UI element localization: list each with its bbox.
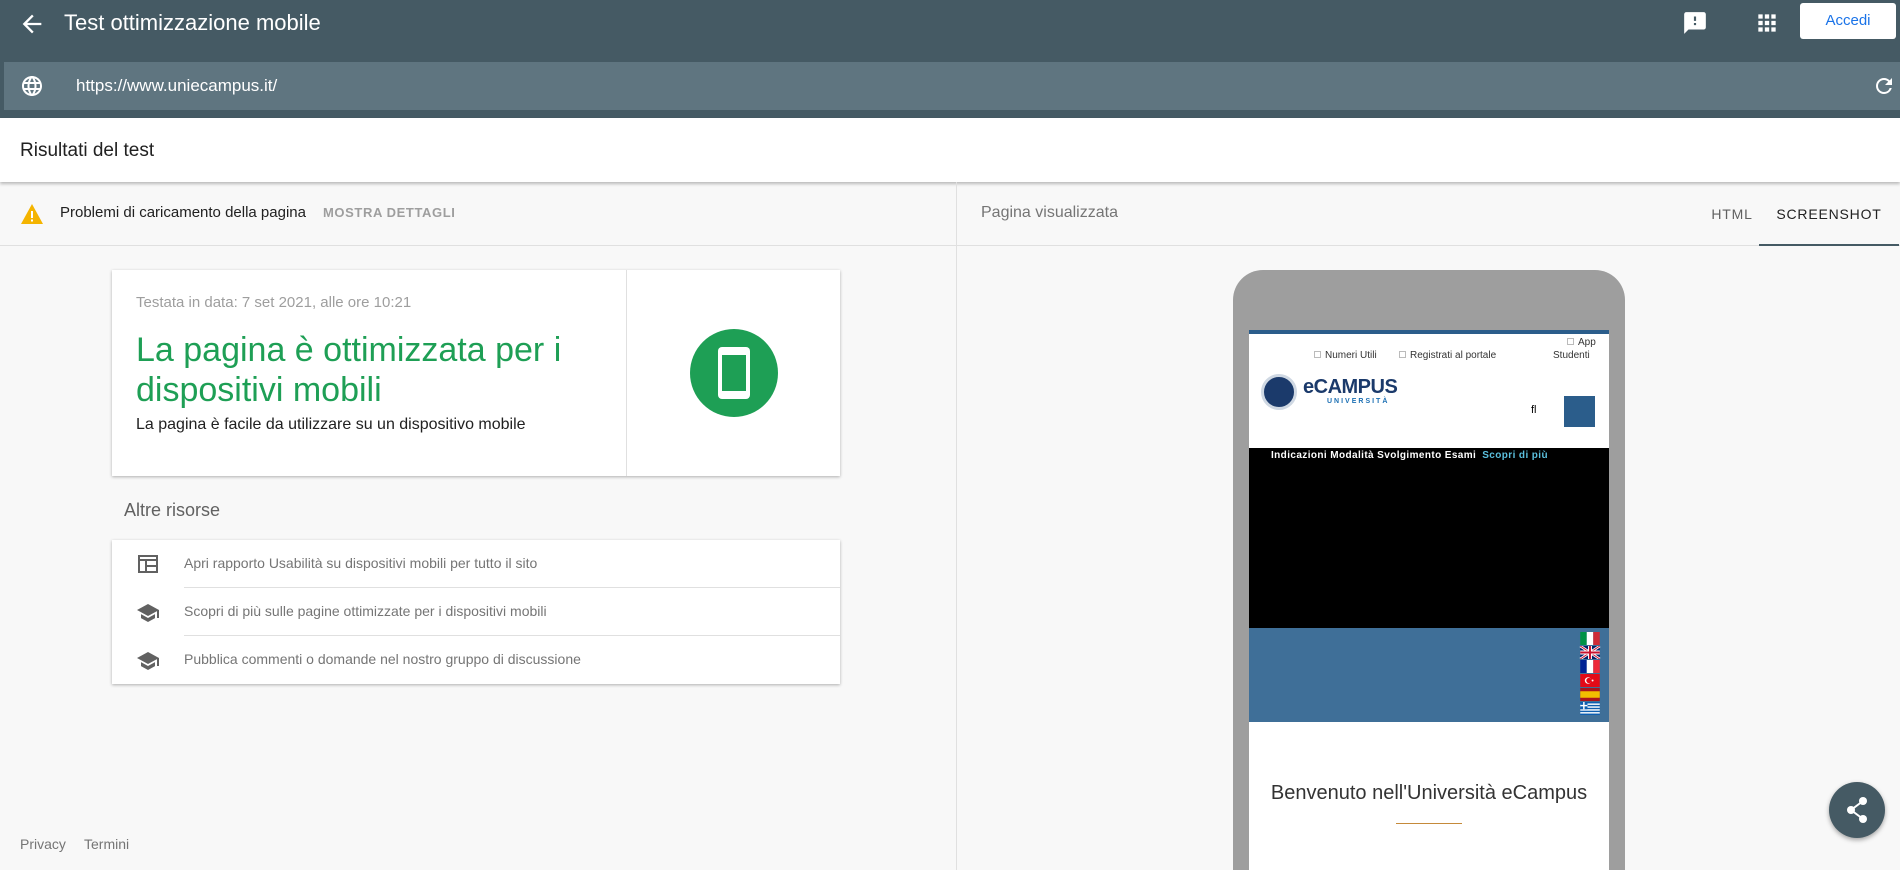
site-banner-label: Indicazioni Modalità Svolgimento Esami [1271,450,1477,461]
rendered-page-label: Pagina visualizzata [981,204,1118,221]
share-button[interactable] [1829,782,1885,838]
site-app-link: App [1567,337,1596,348]
italy-flag-icon [1580,632,1600,645]
loading-issues-bar: Problemi di caricamento della pagina MOS… [0,182,956,246]
site-banner-text: Indicazioni Modalità Svolgimento Esami Sc… [1271,450,1548,461]
site-registrati-label: Registrati al portale [1410,350,1497,361]
share-icon [1847,797,1867,823]
card-separator [626,270,627,476]
site-welcome-heading: Benvenuto nell'Università eCampus [1270,782,1588,804]
test-date: Testata in data: 7 set 2021, alle ore 10… [136,294,412,311]
site-students-link: Studenti [1553,350,1590,361]
france-flag-icon [1580,660,1600,673]
verdict-heading: La pagina è ottimizzata per i dispositiv… [136,331,562,409]
school-icon [137,604,159,622]
ecampus-logo-text: eCAMPUS [1303,376,1398,398]
warning-icon [21,204,43,224]
arrow-back-icon[interactable] [18,10,46,38]
site-search-glyph: fl [1531,404,1537,416]
terms-link[interactable]: Termini [84,836,129,852]
signin-button[interactable]: Accedi [1800,3,1896,39]
verdict-subtitle: La pagina è facile da utilizzare su un d… [136,416,526,433]
page-title: Test ottimizzazione mobile [64,10,321,35]
resources-list: Apri rapporto Usabilità su dispositivi m… [112,540,840,684]
turkey-flag-icon [1580,674,1600,687]
ecampus-logo-seal [1261,374,1297,410]
resource-item-usability-report[interactable]: Apri rapporto Usabilità su dispositivi m… [112,540,840,588]
app-bar: Test ottimizzazione mobile Accedi https:… [0,0,1900,118]
site-blue-band [1249,628,1609,722]
site-app-label: App [1578,337,1596,348]
resource-label[interactable]: Pubblica commenti o domande nel nostro g… [184,651,581,667]
checkbox-glyph [1567,338,1574,345]
web-icon [138,555,158,573]
site-welcome-underline [1396,823,1462,824]
ecampus-logo-sub: UNIVERSITÀ [1327,398,1390,405]
page-screenshot: App Studenti Numeri Utili Registrati al … [1249,330,1609,870]
result-card: Testata in data: 7 set 2021, alle ore 10… [112,270,840,476]
url-input[interactable]: https://www.uniecampus.it/ [76,76,277,96]
smartphone-icon [718,347,750,399]
site-top-line [1249,330,1609,334]
site-registrati: Registrati al portale [1399,350,1496,361]
resource-item-learn-more[interactable]: Scopri di più sulle pagine ottimizzate p… [112,588,840,636]
school-icon [137,652,159,670]
resource-label[interactable]: Scopri di più sulle pagine ottimizzate p… [184,603,547,619]
panel-divider [956,182,957,870]
resource-item-discussion-group[interactable]: Pubblica commenti o domande nel nostro g… [112,636,840,684]
site-menu-button [1564,396,1595,427]
uk-flag-icon [1579,646,1601,659]
results-title: Risultati del test [20,140,155,161]
privacy-link[interactable]: Privacy [20,836,66,852]
globe-icon [22,76,42,96]
spain-flag-icon [1580,688,1600,701]
rendered-page-bar: Pagina visualizzata HTML SCREENSHOT [957,182,1900,246]
show-details-button[interactable]: MOSTRA DETTAGLI [323,205,456,220]
mobile-friendly-badge [690,329,778,417]
loading-issues-text: Problemi di caricamento della pagina [60,204,306,221]
tab-screenshot[interactable]: SCREENSHOT [1759,182,1899,246]
reload-icon[interactable] [1872,74,1896,98]
site-numeri-utili: Numeri Utili [1314,350,1377,361]
site-banner: Indicazioni Modalità Svolgimento Esami Sc… [1249,448,1609,628]
apps-grid-icon[interactable] [1754,10,1780,36]
other-resources-title: Altre risorse [124,500,221,520]
site-numeri-utili-label: Numeri Utili [1325,350,1377,361]
url-bar[interactable]: https://www.uniecampus.it/ [4,62,1900,110]
checkbox-glyph [1399,351,1406,358]
resource-label[interactable]: Apri rapporto Usabilità su dispositivi m… [184,555,537,571]
checkbox-glyph [1314,351,1321,358]
greece-flag-icon [1580,702,1600,715]
site-banner-link: Scopri di più [1482,450,1548,461]
results-header: Risultati del test [0,118,1900,182]
feedback-icon[interactable] [1682,10,1708,36]
